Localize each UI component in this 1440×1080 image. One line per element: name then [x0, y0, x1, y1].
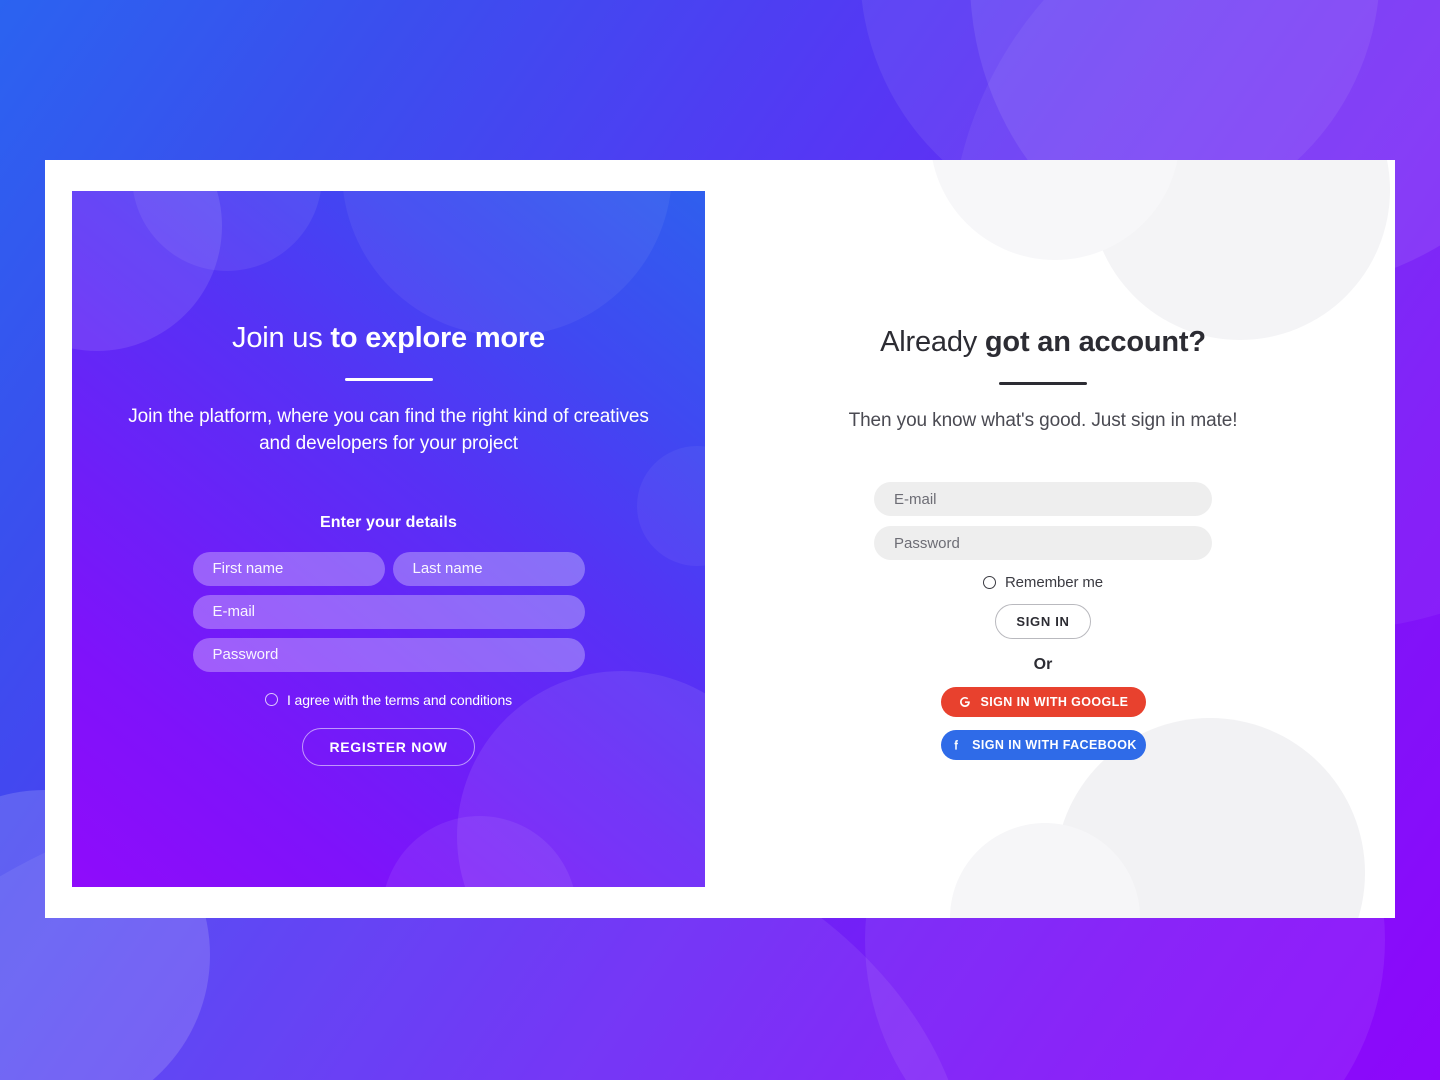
signin-subtitle: Then you know what's good. Just sign in …: [848, 409, 1238, 431]
sign-in-with-google-button[interactable]: SIGN IN WITH GOOGLE: [940, 687, 1146, 718]
register-now-button[interactable]: REGISTER NOW: [302, 727, 475, 766]
google-g-icon: [958, 695, 972, 709]
signin-heading-normal: Already: [880, 326, 985, 358]
terms-label: I agree with the terms and conditions: [286, 691, 513, 708]
facebook-button-label: SIGN IN WITH FACEBOOK: [972, 738, 1137, 753]
facebook-f-icon: [949, 738, 963, 752]
remember-me-checkbox-icon[interactable]: [982, 576, 996, 590]
register-heading: Join us to explore more: [117, 321, 660, 356]
name-row: [192, 551, 585, 586]
register-divider: [344, 377, 433, 381]
auth-card: Join us to explore more Join the platfor…: [45, 160, 1395, 918]
first-name-input[interactable]: [192, 551, 385, 586]
sign-in-with-facebook-button[interactable]: SIGN IN WITH FACEBOOK: [940, 730, 1146, 761]
signin-panel: Already got an account? Then you know wh…: [705, 160, 1395, 918]
register-email-input[interactable]: [192, 594, 585, 629]
panel-circle: [382, 816, 577, 887]
signin-password-input[interactable]: [874, 526, 1212, 561]
last-name-input[interactable]: [392, 551, 585, 586]
register-subtitle: Join the platform, where you can find th…: [128, 405, 649, 455]
signin-form: Remember me SIGN IN Or SIGN IN WITH GOOG…: [874, 482, 1212, 761]
register-heading-bold: to explore more: [330, 322, 545, 354]
password-row: [192, 637, 585, 672]
terms-checkbox-row[interactable]: I agree with the terms and conditions: [193, 692, 585, 708]
remember-me-label: Remember me: [1004, 574, 1104, 592]
terms-checkbox-icon[interactable]: [264, 693, 278, 707]
signin-heading: Already got an account?: [833, 325, 1253, 360]
email-row: [192, 594, 585, 629]
register-heading-normal: Join us: [232, 322, 331, 354]
sign-in-button[interactable]: SIGN IN: [995, 604, 1091, 640]
signin-heading-bold: got an account?: [984, 326, 1206, 358]
register-password-input[interactable]: [192, 637, 585, 672]
or-divider-label: Or: [1033, 656, 1053, 674]
register-form: I agree with the terms and conditions RE…: [192, 551, 585, 766]
register-panel: Join us to explore more Join the platfor…: [72, 191, 705, 887]
register-form-label: Enter your details: [320, 513, 457, 531]
google-button-label: SIGN IN WITH GOOGLE: [980, 695, 1129, 710]
signin-divider: [999, 381, 1087, 385]
remember-me-row[interactable]: Remember me: [874, 574, 1212, 591]
signin-email-input[interactable]: [874, 482, 1212, 517]
